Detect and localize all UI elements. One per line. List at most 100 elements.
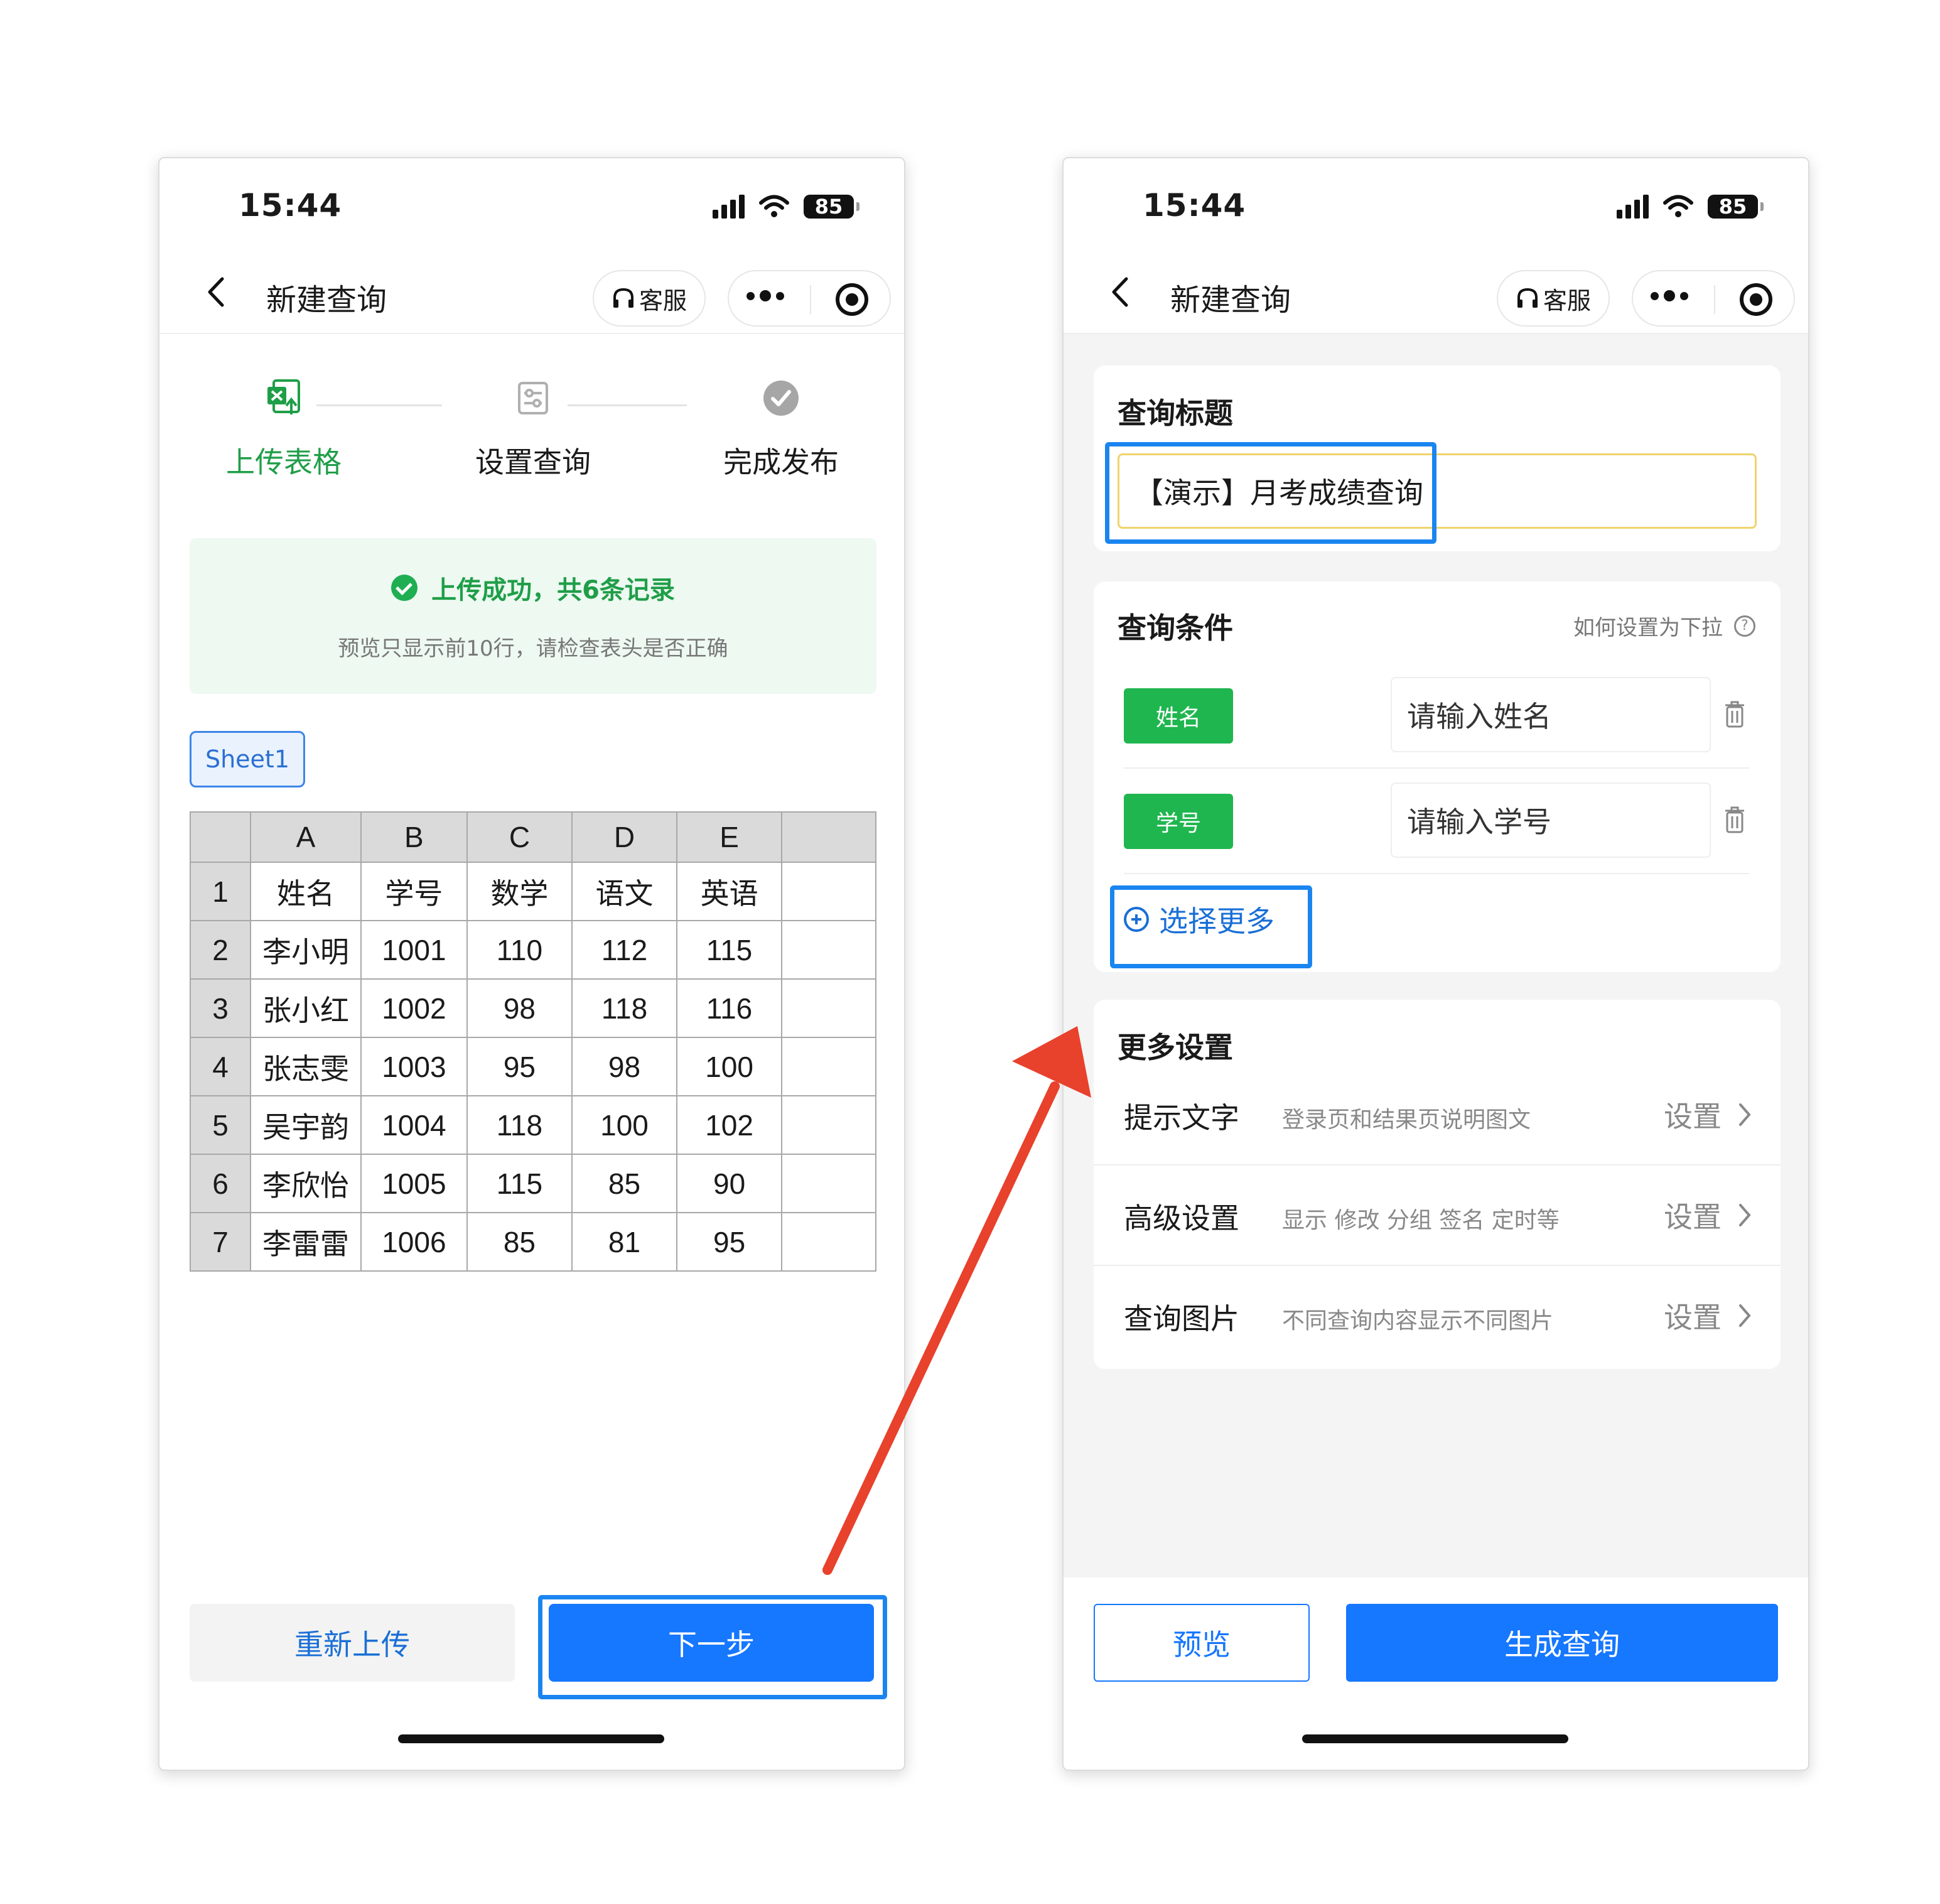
table-cell: 100 bbox=[676, 1037, 783, 1096]
select-more-label: 选择更多 bbox=[1159, 904, 1274, 938]
row-number: 7 bbox=[190, 1212, 252, 1272]
more-icon[interactable] bbox=[746, 290, 784, 301]
table-cell: 1001 bbox=[360, 920, 468, 980]
setting-action[interactable]: 设置 bbox=[1664, 1295, 1752, 1336]
table-row: 1 姓名 学号 数学 语文 英语 bbox=[190, 862, 876, 921]
condition-tag[interactable]: 姓名 bbox=[1124, 688, 1233, 744]
table-cell: 102 bbox=[676, 1095, 783, 1155]
table-row: 7 李雷雷 1006 85 81 95 bbox=[190, 1212, 876, 1272]
condition-input[interactable]: 请输入姓名 bbox=[1391, 677, 1711, 752]
step-settings: 设置查询 bbox=[439, 378, 627, 481]
query-title-input[interactable]: 【演示】月考成绩查询 bbox=[1118, 453, 1757, 529]
preview-button[interactable]: 预览 bbox=[1094, 1604, 1310, 1682]
miniprogram-capsule bbox=[728, 270, 891, 327]
back-icon[interactable] bbox=[1107, 276, 1133, 308]
setting-action-label: 设置 bbox=[1664, 1200, 1722, 1234]
setting-row-images[interactable]: 查询图片 不同查询内容显示不同图片 设置 bbox=[1094, 1266, 1781, 1366]
trash-icon[interactable] bbox=[1723, 700, 1746, 728]
column-header-row: A B C D E bbox=[190, 811, 876, 863]
more-settings-card: 更多设置 提示文字 登录页和结果页说明图文 设置 高级设置 显示 修改 分组 签… bbox=[1094, 1000, 1781, 1369]
query-title-card: 查询标题 【演示】月考成绩查询 bbox=[1094, 365, 1781, 551]
table-cell: 1002 bbox=[360, 978, 468, 1038]
dropdown-help-link[interactable]: 如何设置为下拉 ? bbox=[1573, 610, 1755, 641]
plus-circle-icon bbox=[1124, 907, 1149, 932]
table-row: 2 李小明 1001 110 112 115 bbox=[190, 920, 876, 980]
condition-input[interactable]: 请输入学号 bbox=[1391, 782, 1711, 858]
nav-bar: 新建查询 客服 bbox=[159, 252, 904, 334]
table-row: 4 张志雯 1003 95 98 100 bbox=[190, 1037, 876, 1096]
capsule-divider bbox=[810, 285, 811, 314]
table-cell-overflow bbox=[781, 978, 876, 1038]
table-cell-overflow bbox=[781, 920, 876, 980]
table-cell: 张小红 bbox=[250, 978, 362, 1038]
setting-action[interactable]: 设置 bbox=[1664, 1194, 1752, 1236]
excel-upload-icon bbox=[267, 379, 300, 414]
row-number: 3 bbox=[190, 978, 252, 1038]
condition-tag[interactable]: 学号 bbox=[1124, 794, 1233, 849]
table-cell: 100 bbox=[571, 1095, 678, 1155]
back-icon[interactable] bbox=[203, 276, 229, 308]
setting-name: 查询图片 bbox=[1124, 1302, 1239, 1336]
headset-icon bbox=[1517, 288, 1538, 308]
column-header: C bbox=[466, 811, 573, 863]
table-cell: 1005 bbox=[360, 1154, 468, 1213]
table-cell: 李小明 bbox=[250, 920, 362, 980]
table-row: 5 吴宇韵 1004 118 100 102 bbox=[190, 1095, 876, 1155]
trash-icon[interactable] bbox=[1723, 805, 1746, 834]
table-cell: 90 bbox=[676, 1154, 783, 1213]
setting-action[interactable]: 设置 bbox=[1664, 1094, 1752, 1135]
wifi-icon bbox=[1663, 195, 1693, 217]
row-number: 1 bbox=[190, 862, 252, 921]
reupload-button[interactable]: 重新上传 bbox=[190, 1604, 515, 1682]
table-row: 3 张小红 1002 98 118 116 bbox=[190, 978, 876, 1038]
next-step-button[interactable]: 下一步 bbox=[549, 1604, 874, 1682]
setting-desc: 显示 修改 分组 签名 定时等 bbox=[1282, 1208, 1560, 1233]
table-cell: 数学 bbox=[466, 862, 573, 921]
close-target-icon[interactable] bbox=[1740, 283, 1772, 316]
table-cell: 李欣怡 bbox=[250, 1154, 362, 1213]
table-cell: 吴宇韵 bbox=[250, 1095, 362, 1155]
wifi-icon bbox=[759, 195, 789, 217]
corner-cell bbox=[190, 811, 252, 863]
table-cell-overflow bbox=[781, 1154, 876, 1213]
phone-upload-screen: 15:44 85 新建查询 客服 上传表格 设置查询 完成发布 上传成功，共6条… bbox=[158, 157, 905, 1771]
nav-title: 新建查询 bbox=[266, 283, 387, 318]
close-target-icon[interactable] bbox=[836, 283, 868, 316]
phone-settings-screen: 15:44 85 新建查询 客服 查询标题 【演示】月考成绩查询 查询条件 如何… bbox=[1062, 157, 1809, 1771]
setting-row-tips[interactable]: 提示文字 登录页和结果页说明图文 设置 bbox=[1094, 1065, 1781, 1166]
setting-row-advanced[interactable]: 高级设置 显示 修改 分组 签名 定时等 设置 bbox=[1094, 1166, 1781, 1266]
sheet-tab[interactable]: Sheet1 bbox=[190, 731, 305, 787]
battery-icon: 85 bbox=[1708, 195, 1764, 219]
customer-service-button[interactable]: 客服 bbox=[1497, 270, 1610, 327]
select-more-button[interactable]: 选择更多 bbox=[1124, 899, 1274, 940]
query-conditions-heading: 查询条件 bbox=[1118, 611, 1233, 645]
success-title: 上传成功，共6条记录 bbox=[190, 570, 876, 606]
success-check-icon bbox=[391, 575, 418, 601]
table-cell-overflow bbox=[781, 1037, 876, 1096]
table-cell: 112 bbox=[571, 920, 678, 980]
table-cell: 1003 bbox=[360, 1037, 468, 1096]
table-cell: 85 bbox=[571, 1154, 678, 1213]
table-cell: 116 bbox=[676, 978, 783, 1038]
table-cell: 姓名 bbox=[250, 862, 362, 921]
upload-success-banner: 上传成功，共6条记录 预览只显示前10行，请检查表头是否正确 bbox=[190, 538, 876, 694]
miniprogram-capsule bbox=[1632, 270, 1795, 327]
nav-title: 新建查询 bbox=[1170, 283, 1291, 318]
setting-desc: 登录页和结果页说明图文 bbox=[1282, 1107, 1531, 1133]
table-cell: 98 bbox=[571, 1037, 678, 1096]
table-cell: 85 bbox=[466, 1212, 573, 1272]
table-cell: 95 bbox=[466, 1037, 573, 1096]
generate-query-button[interactable]: 生成查询 bbox=[1346, 1604, 1778, 1682]
row-number: 5 bbox=[190, 1095, 252, 1155]
table-cell: 110 bbox=[466, 920, 573, 980]
step-publish: 完成发布 bbox=[687, 378, 875, 481]
setting-desc: 不同查询内容显示不同图片 bbox=[1282, 1308, 1554, 1334]
more-settings-heading: 更多设置 bbox=[1118, 1030, 1233, 1064]
customer-service-button[interactable]: 客服 bbox=[593, 270, 706, 327]
table-cell: 115 bbox=[466, 1154, 573, 1213]
more-icon[interactable] bbox=[1651, 290, 1688, 301]
table-cell: 115 bbox=[676, 920, 783, 980]
condition-row-name: 姓名 请输入姓名 bbox=[1124, 663, 1749, 769]
table-cell-overflow bbox=[781, 862, 876, 921]
sheet-preview[interactable]: A B C D E 1 姓名 学号 数学 语文 英语 2 李小明 1001 11… bbox=[190, 811, 876, 1276]
